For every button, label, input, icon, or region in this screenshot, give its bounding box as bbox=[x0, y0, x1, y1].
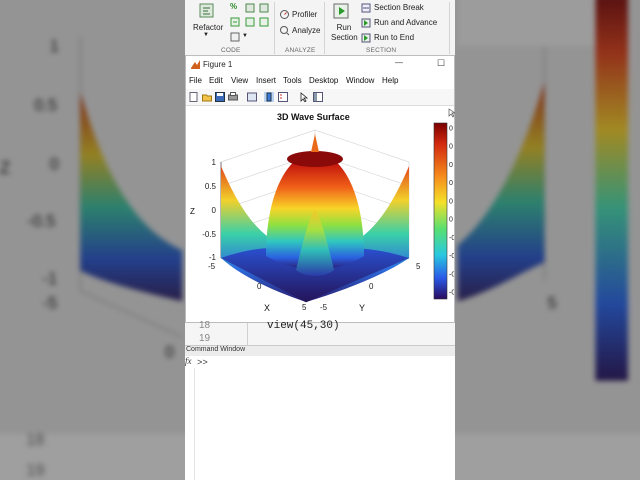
save-icon[interactable] bbox=[215, 92, 225, 102]
colorbar[interactable] bbox=[433, 122, 448, 300]
figure-window: Figure 1 — ☐ File Edit View Insert Tools… bbox=[185, 55, 455, 323]
run-and-advance-icon[interactable] bbox=[361, 18, 371, 28]
figure-title-bar[interactable]: Figure 1 — ☐ bbox=[186, 56, 454, 73]
fx-icon[interactable]: fx bbox=[185, 356, 192, 366]
x-axis-label: X bbox=[264, 303, 270, 313]
link-plot-icon[interactable] bbox=[247, 92, 257, 102]
colorbar-tick-label: -0 bbox=[449, 235, 454, 242]
ribbon-toolstrip: Refactor ▼ % ▼ CODE Profiler Analyze ANA… bbox=[185, 0, 455, 57]
section-break-icon[interactable] bbox=[361, 3, 371, 13]
analyze-section-label: ANALYZE bbox=[285, 47, 316, 54]
colorbar-tick-label: 0 bbox=[449, 180, 453, 187]
run-section-icon[interactable] bbox=[333, 3, 349, 19]
section-break-button[interactable]: Section Break bbox=[374, 3, 424, 12]
run-to-end-button[interactable]: Run to End bbox=[374, 33, 414, 42]
code-section-label: CODE bbox=[221, 47, 241, 54]
z-tick-label: -1 bbox=[209, 253, 217, 262]
colorbar-tick-label: -0 bbox=[449, 253, 454, 260]
profiler-button[interactable]: Profiler bbox=[292, 10, 317, 19]
axes-area[interactable]: 1 0.5 0 -0.5 -1 -5 0 5 -5 0 5 3D Wave Su… bbox=[186, 106, 455, 322]
z-tick-label: -0.5 bbox=[202, 230, 216, 239]
command-window[interactable]: fx >> bbox=[185, 356, 455, 480]
edit-plot-arrow-icon[interactable] bbox=[299, 92, 309, 102]
z-axis-label: Z bbox=[190, 207, 195, 216]
editor-area[interactable]: 18 19 view(45,30) bbox=[185, 320, 455, 345]
section-section-label: SECTION bbox=[366, 47, 397, 54]
analyze-button[interactable]: Analyze bbox=[292, 26, 320, 35]
surface-mesh bbox=[221, 134, 409, 302]
new-figure-icon[interactable] bbox=[189, 92, 199, 102]
z-tick-label: 1 bbox=[212, 158, 217, 167]
figure-title: Figure 1 bbox=[203, 60, 233, 69]
comment-icon[interactable] bbox=[245, 3, 255, 13]
y-axis-label: Y bbox=[359, 303, 365, 313]
editor-line-number: 19 bbox=[199, 333, 211, 344]
axes-toolbar-icon[interactable] bbox=[448, 108, 455, 118]
command-prompt[interactable]: >> bbox=[197, 358, 208, 368]
maximize-button[interactable]: ☐ bbox=[437, 58, 445, 69]
menu-desktop[interactable]: Desktop bbox=[309, 76, 338, 85]
refactor-button[interactable]: Refactor bbox=[193, 23, 223, 32]
colorbar-ticks: 0 0 0 0 0 0 -0 -0 -0 -0 bbox=[449, 126, 455, 297]
z-tick-label: 0.5 bbox=[205, 182, 217, 191]
profiler-icon[interactable] bbox=[279, 9, 290, 20]
surface-plot: 1 0.5 0 -0.5 -1 -5 0 5 -5 0 5 3D Wave Su… bbox=[190, 112, 455, 313]
smart-indent-icon[interactable] bbox=[259, 17, 269, 27]
x-tick-label: 5 bbox=[302, 303, 307, 312]
colorbar-tick-label: 0 bbox=[449, 144, 453, 151]
editor-code-line: view(45,30) bbox=[267, 320, 340, 332]
print-icon[interactable] bbox=[228, 92, 238, 102]
x-tick-label: -5 bbox=[208, 262, 216, 271]
run-section-button[interactable]: Run Section bbox=[331, 23, 358, 43]
colorbar-tick-label: 0 bbox=[449, 217, 453, 224]
editor-line-number: 18 bbox=[199, 320, 211, 331]
wrap-icon[interactable] bbox=[259, 3, 269, 13]
colorbar-tick-label: 0 bbox=[449, 162, 453, 169]
property-inspector-icon[interactable] bbox=[313, 92, 323, 102]
menu-file[interactable]: File bbox=[189, 76, 202, 85]
code-tools-icon[interactable] bbox=[230, 32, 240, 42]
matlab-logo-icon bbox=[191, 60, 200, 69]
colorbar-tick-label: -0 bbox=[449, 271, 454, 278]
indent-icon[interactable] bbox=[230, 17, 240, 27]
outdent-icon[interactable] bbox=[245, 17, 255, 27]
y-tick-label: 5 bbox=[416, 262, 421, 271]
colorbar-tick-label: -0 bbox=[449, 290, 454, 297]
run-to-end-icon[interactable] bbox=[361, 33, 371, 43]
plot-title: 3D Wave Surface bbox=[277, 112, 350, 122]
menu-help[interactable]: Help bbox=[382, 76, 398, 85]
figure-menu-bar: File Edit View Insert Tools Desktop Wind… bbox=[186, 73, 454, 89]
x-tick-label: 0 bbox=[257, 282, 262, 291]
menu-tools[interactable]: Tools bbox=[283, 76, 302, 85]
insert-colorbar-icon[interactable] bbox=[264, 92, 274, 102]
refactor-dropdown-icon[interactable]: ▼ bbox=[203, 32, 209, 38]
menu-window[interactable]: Window bbox=[346, 76, 374, 85]
figure-toolbar bbox=[186, 89, 454, 106]
minimize-button[interactable]: — bbox=[395, 58, 403, 67]
menu-insert[interactable]: Insert bbox=[256, 76, 276, 85]
command-window-title: Command Window bbox=[186, 346, 246, 353]
y-tick-label: -5 bbox=[320, 303, 328, 312]
menu-view[interactable]: View bbox=[231, 76, 248, 85]
analyze-icon[interactable] bbox=[279, 25, 290, 36]
insert-legend-icon[interactable] bbox=[278, 92, 288, 102]
matlab-window: Refactor ▼ % ▼ CODE Profiler Analyze ANA… bbox=[185, 0, 455, 480]
run-and-advance-button[interactable]: Run and Advance bbox=[374, 18, 437, 27]
menu-edit[interactable]: Edit bbox=[209, 76, 223, 85]
z-tick-label: 0 bbox=[212, 206, 217, 215]
colorbar-tick-label: 0 bbox=[449, 126, 453, 133]
code-tools-dropdown-icon[interactable]: ▼ bbox=[242, 33, 248, 39]
open-file-icon[interactable] bbox=[202, 92, 212, 102]
colorbar-tick-label: 0 bbox=[449, 198, 453, 205]
percent-icon[interactable]: % bbox=[230, 2, 237, 11]
refactor-icon[interactable] bbox=[197, 2, 217, 20]
y-tick-label: 0 bbox=[369, 282, 374, 291]
